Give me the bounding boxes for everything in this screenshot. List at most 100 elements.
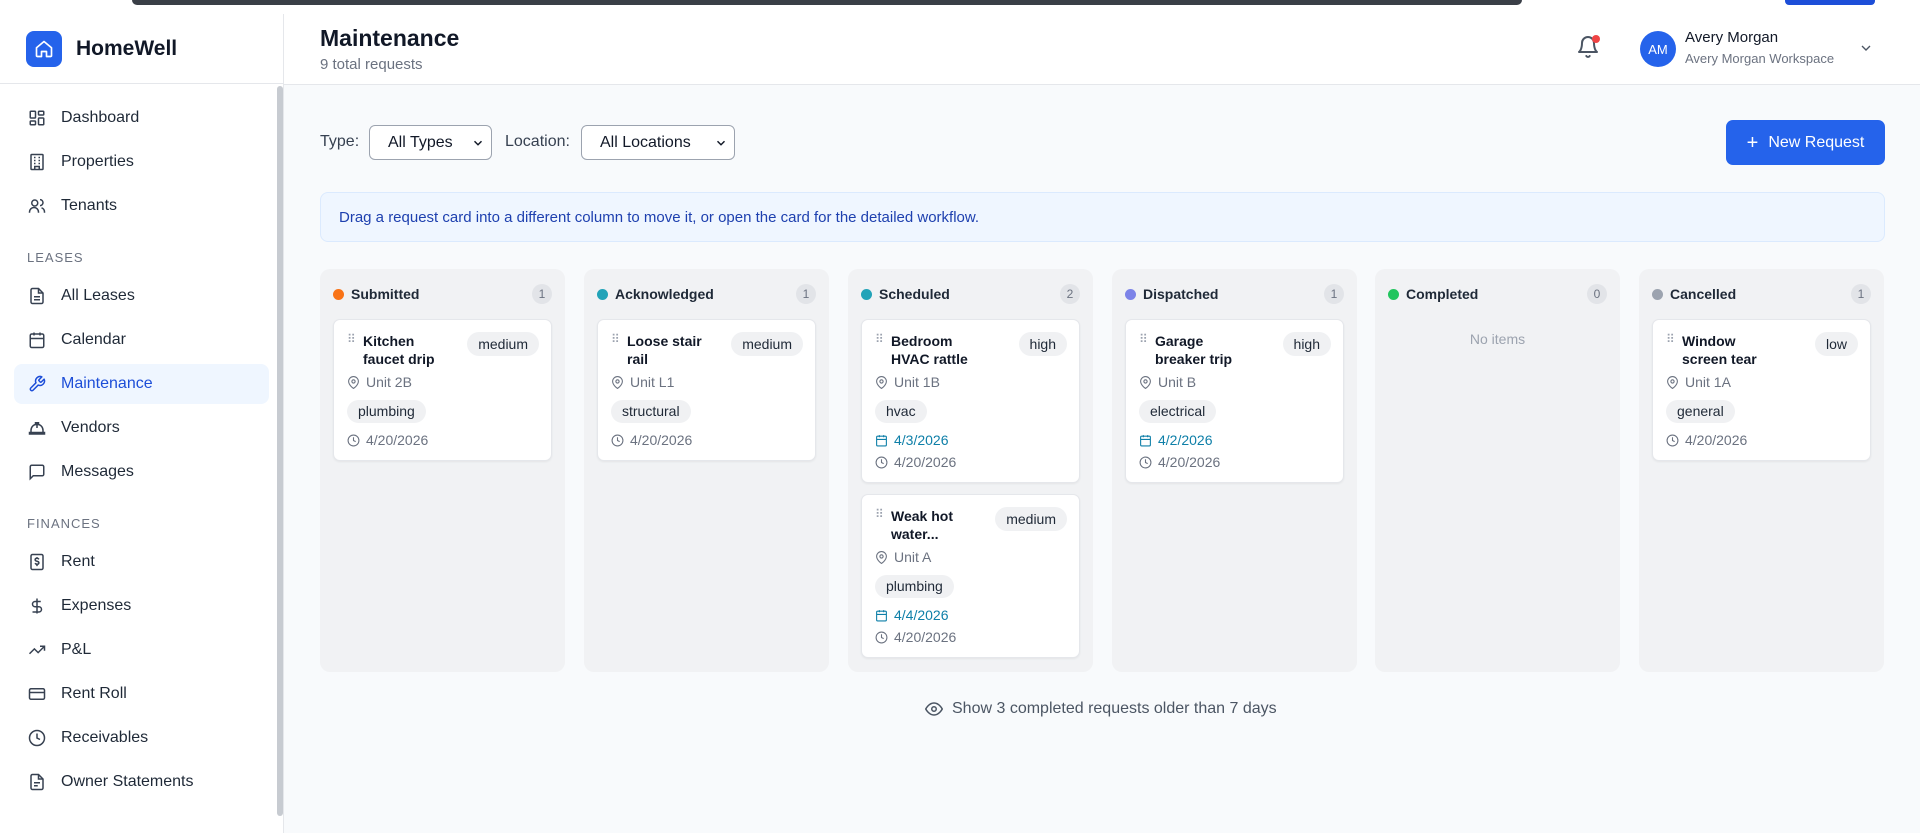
chevron-down-icon[interactable]: [1858, 40, 1874, 56]
sidebar-item-expenses[interactable]: Expenses: [14, 586, 269, 626]
request-card[interactable]: ⠿ Kitchen faucet drip medium Unit 2B plumbin…: [333, 319, 552, 461]
request-card[interactable]: ⠿ Loose stair rail medium Unit L1 structural…: [597, 319, 816, 461]
show-completed-toggle[interactable]: Show 3 completed requests older than 7 d…: [925, 700, 1277, 718]
new-request-button[interactable]: + New Request: [1726, 120, 1885, 165]
sidebar-item-rent[interactable]: Rent: [14, 542, 269, 582]
brand-name: HomeWell: [76, 36, 178, 60]
message-icon: [27, 462, 47, 482]
sidebar-item-vendors[interactable]: Vendors: [14, 408, 269, 448]
sidebar-item-calendar[interactable]: Calendar: [14, 320, 269, 360]
drag-handle-icon[interactable]: ⠿: [1139, 333, 1151, 345]
sidebar-scrollbar[interactable]: [277, 86, 283, 816]
column-count-badge: 2: [1060, 284, 1080, 304]
created-date-text: 4/20/2026: [1158, 454, 1221, 470]
sidebar-item-label: Rent: [61, 553, 95, 570]
column-title: Dispatched: [1143, 286, 1219, 302]
created-date-text: 4/20/2026: [366, 432, 429, 448]
created-date-text: 4/20/2026: [1685, 432, 1748, 448]
browser-top-strip: [0, 0, 1920, 14]
new-request-label: New Request: [1768, 133, 1865, 151]
document-lines-icon: [27, 772, 47, 792]
card-created-date: 4/20/2026: [875, 454, 1067, 470]
status-dot: [333, 288, 344, 300]
created-date-text: 4/20/2026: [894, 454, 957, 470]
calendar-icon: [27, 330, 47, 350]
sidebar-item-label: Maintenance: [61, 375, 153, 392]
column-title: Submitted: [351, 286, 420, 302]
location-filter-select[interactable]: All Locations: [581, 125, 735, 160]
sidebar-item-pl[interactable]: P&L: [14, 630, 269, 670]
type-filter-select[interactable]: All Types: [369, 125, 492, 160]
priority-badge: medium: [467, 332, 539, 356]
drag-handle-icon[interactable]: ⠿: [875, 508, 887, 520]
category-tag: structural: [611, 400, 691, 423]
scheduled-date-text: 4/3/2026: [894, 432, 949, 448]
drag-handle-icon[interactable]: ⠿: [347, 333, 359, 345]
user-workspace: Avery Morgan Workspace: [1685, 51, 1835, 66]
map-pin-icon: [875, 550, 894, 564]
user-name[interactable]: Avery Morgan: [1685, 29, 1778, 46]
request-card[interactable]: ⠿ Garage breaker trip high Unit B electrical…: [1125, 319, 1344, 483]
calendar-icon: [875, 609, 894, 622]
sidebar-item-all-leases[interactable]: All Leases: [14, 276, 269, 316]
location-filter-label: Location:: [505, 133, 570, 150]
home-logo-icon[interactable]: [26, 30, 62, 67]
column-title: Scheduled: [879, 286, 950, 302]
kanban-column[interactable]: Scheduled 2 ⠿ Bedroom HVAC rattle high Unit 1…: [848, 269, 1093, 672]
clock-icon: [611, 434, 630, 447]
column-header: Dispatched 1: [1112, 269, 1357, 319]
map-pin-icon: [611, 375, 630, 389]
category-tag: electrical: [1139, 400, 1217, 423]
request-card[interactable]: ⠿ Window screen tear low Unit 1A general 4/20…: [1652, 319, 1871, 461]
status-dot: [597, 288, 608, 300]
card-scheduled-date: 4/4/2026: [875, 607, 1067, 623]
dashboard-icon: [27, 108, 47, 128]
kanban-column[interactable]: Submitted 1 ⠿ Kitchen faucet drip medium Unit…: [320, 269, 565, 672]
kanban-column[interactable]: Acknowledged 1 ⠿ Loose stair rail medium Unit…: [584, 269, 829, 672]
sidebar-item-tenants[interactable]: Tenants: [14, 186, 269, 226]
map-pin-icon: [347, 375, 366, 389]
card-title: Kitchen faucet drip: [363, 333, 435, 367]
status-dot: [1388, 288, 1399, 300]
sidebar-item-receivables[interactable]: Receivables: [14, 718, 269, 758]
sidebar: HomeWell Dashboard Properties Tenants LE…: [0, 14, 284, 833]
kanban-column[interactable]: Dispatched 1 ⠿ Garage breaker trip high Unit …: [1112, 269, 1357, 672]
category-tag: general: [1666, 400, 1735, 423]
kanban-column[interactable]: Completed 0 No items: [1375, 269, 1620, 672]
card-title: Loose stair rail: [627, 333, 702, 367]
drag-handle-icon[interactable]: ⠿: [1666, 333, 1678, 345]
column-count-badge: 1: [1324, 284, 1344, 304]
empty-column-text: No items: [1469, 331, 1526, 347]
created-date-text: 4/20/2026: [630, 432, 693, 448]
unit-text: Unit 2B: [366, 374, 412, 390]
column-count-badge: 1: [532, 284, 552, 304]
clock-icon: [1666, 434, 1685, 447]
top-strip-bar: [132, 0, 1522, 5]
request-card[interactable]: ⠿ Weak hot water... medium Unit A plumbing 4/…: [861, 494, 1080, 658]
status-dot: [1125, 288, 1136, 300]
card-unit: Unit L1: [611, 374, 803, 390]
sidebar-item-label: Vendors: [61, 419, 120, 436]
drag-handle-icon[interactable]: ⠿: [611, 333, 623, 345]
dollar-icon: [27, 596, 47, 616]
kanban-column[interactable]: Cancelled 1 ⠿ Window screen tear low Unit 1A g…: [1639, 269, 1884, 672]
sidebar-item-maintenance[interactable]: Maintenance: [14, 364, 269, 404]
location-filter-value: All Locations: [600, 133, 691, 151]
sidebar-item-messages[interactable]: Messages: [14, 452, 269, 492]
avatar[interactable]: AM: [1640, 31, 1676, 67]
sidebar-item-label: Dashboard: [61, 109, 140, 126]
sidebar-item-label: P&L: [61, 641, 92, 658]
card-scheduled-date: 4/2/2026: [1139, 432, 1331, 448]
chevron-down-icon: [471, 136, 485, 150]
sidebar-item-properties[interactable]: Properties: [14, 142, 269, 182]
sidebar-item-rent-roll[interactable]: Rent Roll: [14, 674, 269, 714]
drag-handle-icon[interactable]: ⠿: [875, 333, 887, 345]
card-unit: Unit 2B: [347, 374, 539, 390]
request-card[interactable]: ⠿ Bedroom HVAC rattle high Unit 1B hvac 4/3/2…: [861, 319, 1080, 483]
sidebar-item-dashboard[interactable]: Dashboard: [14, 98, 269, 138]
sidebar-item-owner-statements[interactable]: Owner Statements: [14, 762, 269, 802]
card-created-date: 4/20/2026: [347, 432, 539, 448]
card-unit: Unit 1A: [1666, 374, 1858, 390]
sidebar-item-label: Properties: [61, 153, 134, 170]
info-banner: Drag a request card into a different col…: [320, 192, 1885, 242]
